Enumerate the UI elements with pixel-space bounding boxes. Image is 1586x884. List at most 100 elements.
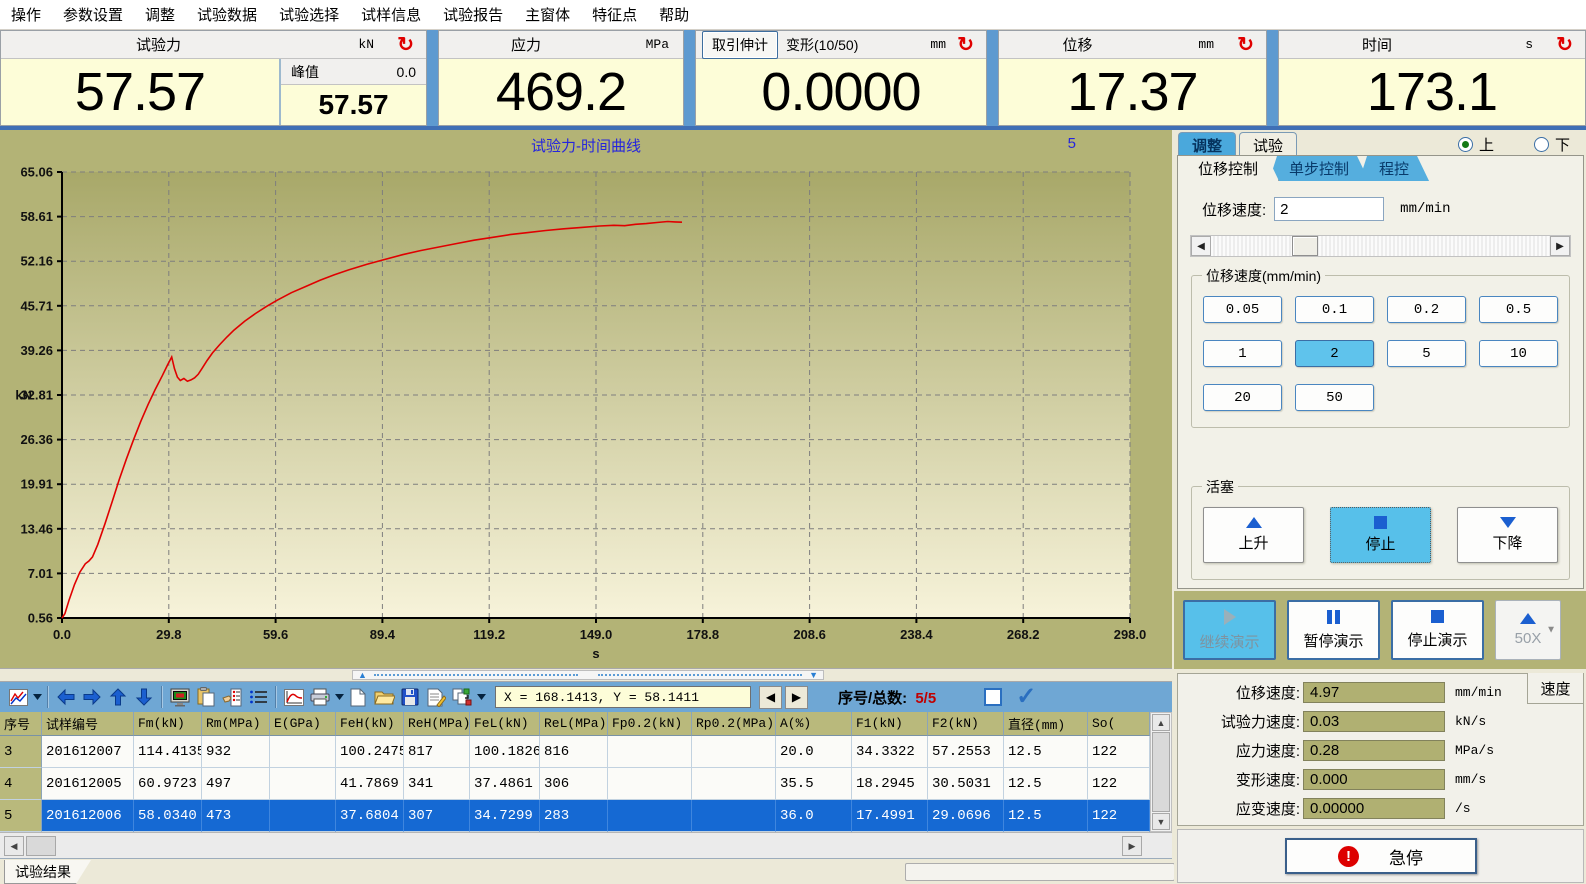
- open-folder-icon[interactable]: [371, 685, 397, 709]
- piston-down-button[interactable]: 下降: [1457, 507, 1558, 563]
- column-header[interactable]: So(: [1088, 712, 1150, 736]
- column-header[interactable]: A(%): [776, 712, 852, 736]
- chart-area: 0.567.0113.4619.9126.3632.8139.2645.7152…: [0, 130, 1172, 668]
- tab-step-control[interactable]: 单步控制: [1269, 156, 1369, 181]
- refresh-icon[interactable]: ↻: [397, 35, 414, 55]
- speed-preset-button-5[interactable]: 5: [1387, 340, 1466, 367]
- dropdown-caret-icon[interactable]: [333, 694, 345, 700]
- speed-preset-button-10[interactable]: 10: [1479, 340, 1558, 367]
- menu-item-参数设置[interactable]: 参数设置: [52, 4, 134, 25]
- refresh-icon[interactable]: ↻: [1237, 35, 1254, 55]
- tab-speed[interactable]: 速度: [1527, 673, 1583, 704]
- slider-right-icon[interactable]: ▶: [1550, 236, 1570, 256]
- column-header[interactable]: 直径(mm): [1004, 712, 1088, 736]
- slider-thumb[interactable]: [1292, 236, 1318, 256]
- table-row[interactable]: 520161200658.034047337.680430734.7299283…: [0, 800, 1150, 832]
- speed-input[interactable]: [1274, 197, 1384, 221]
- scroll-right-icon[interactable]: ▶: [1122, 836, 1142, 856]
- arrow-down-icon[interactable]: [131, 685, 157, 709]
- paste-icon[interactable]: [193, 685, 219, 709]
- speed-preset-button-2[interactable]: 2: [1295, 340, 1374, 367]
- new-document-icon[interactable]: [345, 685, 371, 709]
- column-header[interactable]: E(GPa): [270, 712, 336, 736]
- hand-list-icon[interactable]: [219, 685, 245, 709]
- column-header[interactable]: Rp0.2(MPa): [692, 712, 776, 736]
- report-icon[interactable]: [423, 685, 449, 709]
- tab-program-control[interactable]: 程控: [1359, 156, 1429, 181]
- column-header[interactable]: Fp0.2(kN): [608, 712, 692, 736]
- tab-test[interactable]: 试验: [1239, 132, 1297, 155]
- curve-view-icon[interactable]: [281, 685, 307, 709]
- tab-displacement-control[interactable]: 位移控制: [1178, 156, 1279, 181]
- save-icon[interactable]: [397, 685, 423, 709]
- printer-icon[interactable]: [307, 685, 333, 709]
- speed-slider[interactable]: ◀ ▶: [1190, 235, 1571, 257]
- menu-item-特征点[interactable]: 特征点: [581, 4, 648, 25]
- monitor-icon[interactable]: [167, 685, 193, 709]
- refresh-icon[interactable]: ↻: [1556, 35, 1573, 55]
- tab-adjust[interactable]: 调整: [1178, 132, 1236, 155]
- scroll-left-icon[interactable]: ◀: [4, 836, 24, 856]
- radio-down[interactable]: 下: [1534, 134, 1570, 155]
- table-row[interactable]: 420161200560.972349741.786934137.4861306…: [0, 768, 1150, 800]
- column-header[interactable]: F1(kN): [852, 712, 928, 736]
- export-icon[interactable]: [449, 685, 475, 709]
- scroll-down-icon[interactable]: ▼: [1152, 813, 1170, 830]
- checkmark-icon[interactable]: ✓: [1016, 685, 1036, 709]
- dropdown-caret-icon[interactable]: [31, 694, 43, 700]
- dropdown-caret-icon[interactable]: ▼: [1546, 625, 1556, 636]
- menu-item-试验数据[interactable]: 试验数据: [186, 4, 268, 25]
- speed-preset-button-1[interactable]: 1: [1203, 340, 1282, 367]
- piston-stop-button[interactable]: 停止: [1330, 507, 1431, 563]
- column-header[interactable]: FeL(kN): [470, 712, 540, 736]
- emergency-stop-button[interactable]: ! 急停: [1285, 838, 1477, 874]
- speed-preset-button-0.05[interactable]: 0.05: [1203, 296, 1282, 323]
- refresh-icon[interactable]: ↻: [957, 35, 974, 55]
- arrow-up-icon[interactable]: [105, 685, 131, 709]
- column-header[interactable]: F2(kN): [928, 712, 1004, 736]
- collapse-down-icon[interactable]: ▼: [809, 671, 818, 680]
- curve-style-icon[interactable]: [5, 685, 31, 709]
- radio-up[interactable]: 上: [1458, 134, 1494, 155]
- dropdown-caret-icon[interactable]: [475, 694, 487, 700]
- prev-record-button[interactable]: ◀: [759, 686, 782, 709]
- scroll-up-icon[interactable]: ▲: [1152, 714, 1170, 731]
- menu-item-试验选择[interactable]: 试验选择: [268, 4, 350, 25]
- menu-item-帮助[interactable]: 帮助: [648, 4, 700, 25]
- column-header[interactable]: 序号: [0, 712, 42, 736]
- arrow-left-icon[interactable]: [53, 685, 79, 709]
- menu-item-调整[interactable]: 调整: [134, 4, 186, 25]
- speed-preset-button-50[interactable]: 50: [1295, 384, 1374, 411]
- pause-demo-button[interactable]: 暂停演示: [1287, 600, 1380, 660]
- demo-speed-button[interactable]: 50X ▼: [1495, 600, 1561, 660]
- menu-item-试验报告[interactable]: 试验报告: [432, 4, 514, 25]
- slider-left-icon[interactable]: ◀: [1191, 236, 1211, 256]
- column-header[interactable]: ReH(MPa): [404, 712, 470, 736]
- column-header[interactable]: Fm(kN): [134, 712, 202, 736]
- table-vertical-scrollbar[interactable]: ▲ ▼: [1150, 712, 1172, 832]
- column-header[interactable]: 试样编号: [42, 712, 134, 736]
- menu-item-操作[interactable]: 操作: [0, 4, 52, 25]
- speed-preset-button-0.1[interactable]: 0.1: [1295, 296, 1374, 323]
- speed-preset-button-0.5[interactable]: 0.5: [1479, 296, 1558, 323]
- column-header[interactable]: FeH(kN): [336, 712, 404, 736]
- select-checkbox[interactable]: [984, 688, 1002, 706]
- stop-demo-button[interactable]: 停止演示: [1391, 600, 1484, 660]
- menu-item-试样信息[interactable]: 试样信息: [350, 4, 432, 25]
- column-header[interactable]: ReL(MPa): [540, 712, 608, 736]
- table-horizontal-scrollbar[interactable]: ◀ ▶: [0, 832, 1172, 858]
- next-record-button[interactable]: ▶: [785, 686, 808, 709]
- menu-item-主窗体[interactable]: 主窗体: [514, 4, 581, 25]
- splitter-handle[interactable]: ▲ ▼: [352, 670, 824, 680]
- resume-demo-button[interactable]: 继续演示: [1183, 600, 1276, 660]
- arrow-right-icon[interactable]: [79, 685, 105, 709]
- tab-test-results[interactable]: 试验结果: [4, 860, 91, 884]
- piston-up-button[interactable]: 上升: [1203, 507, 1304, 563]
- speed-preset-button-0.2[interactable]: 0.2: [1387, 296, 1466, 323]
- extensometer-button[interactable]: 取引伸计: [702, 31, 778, 59]
- table-row[interactable]: 3201612007114.4135932100.2475817100.1826…: [0, 736, 1150, 768]
- speed-preset-button-20[interactable]: 20: [1203, 384, 1282, 411]
- list-icon[interactable]: [245, 685, 271, 709]
- collapse-up-icon[interactable]: ▲: [358, 671, 367, 680]
- column-header[interactable]: Rm(MPa): [202, 712, 270, 736]
